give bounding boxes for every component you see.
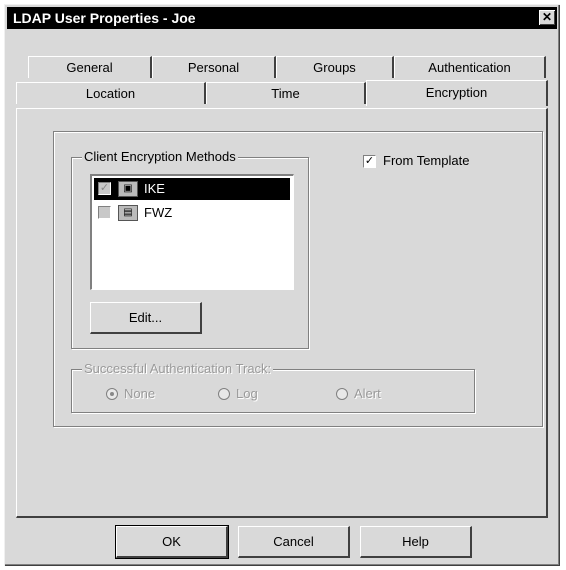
encryption-panel: Client Encryption Methods ✓ ▣ IKE ▤ FWZ …	[16, 108, 548, 518]
fwz-icon: ▤	[118, 205, 138, 221]
tab-time[interactable]: Time	[206, 82, 366, 104]
window-title: LDAP User Properties - Joe	[13, 10, 196, 26]
edit-button[interactable]: Edit...	[90, 302, 202, 334]
client-encryption-methods-group: Client Encryption Methods ✓ ▣ IKE ▤ FWZ …	[71, 149, 309, 349]
track-log-radio[interactable]	[218, 388, 230, 400]
title-bar: LDAP User Properties - Joe ✕	[7, 7, 557, 29]
tab-general[interactable]: General	[28, 56, 152, 78]
encryption-methods-list[interactable]: ✓ ▣ IKE ▤ FWZ	[90, 174, 294, 290]
tab-personal[interactable]: Personal	[152, 56, 276, 78]
from-template-label: From Template	[383, 153, 470, 168]
from-template-checkbox[interactable]: ✓	[363, 155, 376, 168]
ike-label: IKE	[144, 181, 165, 196]
track-none-label: None	[124, 386, 156, 401]
client-encryption-methods-label: Client Encryption Methods	[82, 149, 238, 164]
authentication-track-label: Successful Authentication Track:	[82, 361, 274, 376]
fwz-checkbox[interactable]	[98, 206, 111, 219]
ldap-user-properties-dialog: LDAP User Properties - Joe ✕ General Per…	[4, 4, 560, 566]
track-none-radio[interactable]	[106, 388, 118, 400]
track-alert-label: Alert	[354, 386, 381, 401]
list-item-fwz[interactable]: ▤ FWZ	[94, 202, 290, 224]
ike-icon: ▣	[118, 181, 138, 197]
help-button[interactable]: Help	[360, 526, 472, 558]
list-item-ike[interactable]: ✓ ▣ IKE	[94, 178, 290, 200]
track-alert-radio[interactable]	[336, 388, 348, 400]
tab-groups[interactable]: Groups	[276, 56, 394, 78]
ike-checkbox[interactable]: ✓	[98, 182, 111, 195]
tab-location[interactable]: Location	[16, 82, 206, 104]
ok-button[interactable]: OK	[115, 525, 229, 559]
tab-authentication[interactable]: Authentication	[394, 56, 546, 78]
close-button[interactable]: ✕	[539, 10, 555, 25]
tab-encryption[interactable]: Encryption	[366, 80, 548, 106]
cancel-button[interactable]: Cancel	[238, 526, 350, 558]
track-log-label: Log	[236, 386, 258, 401]
authentication-track-group: Successful Authentication Track: None Lo…	[71, 361, 475, 413]
fwz-label: FWZ	[144, 205, 173, 220]
